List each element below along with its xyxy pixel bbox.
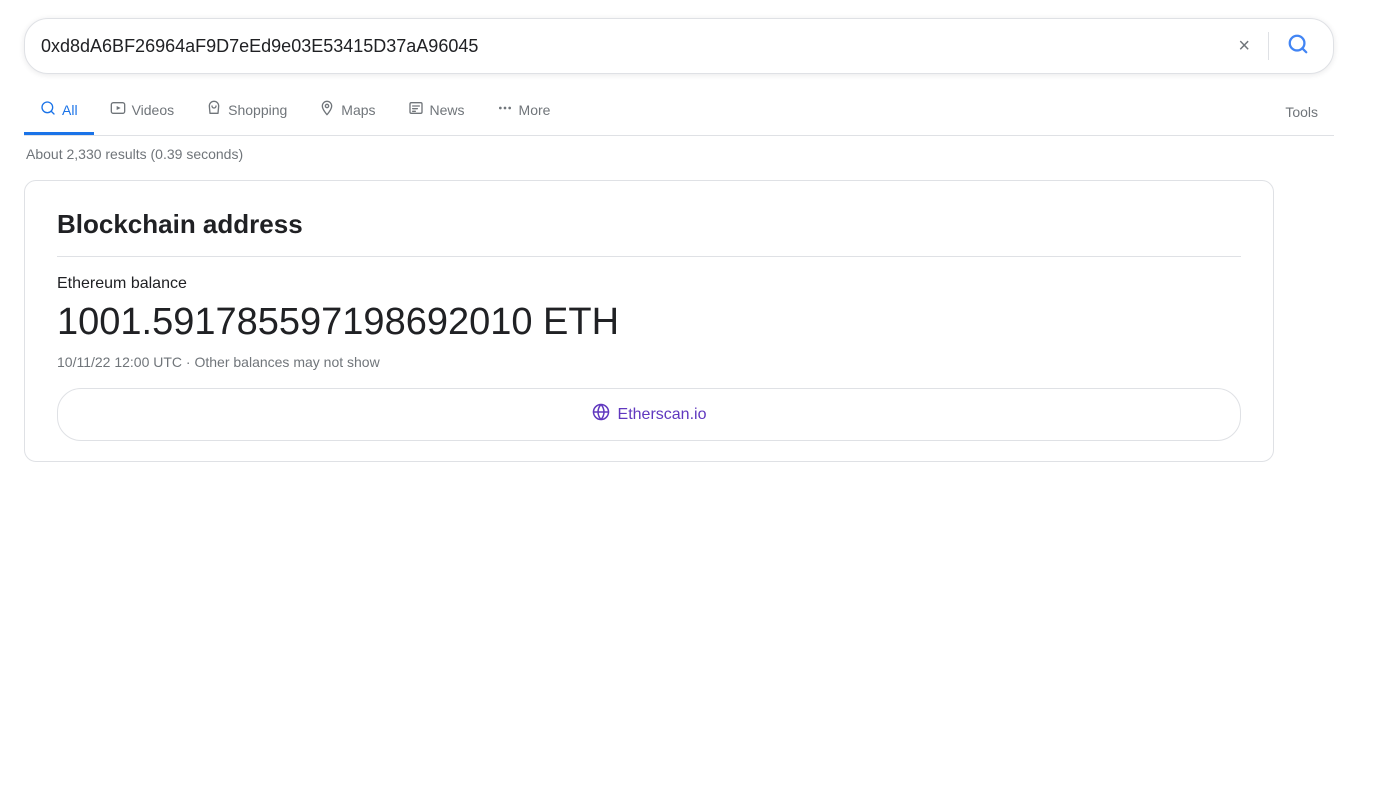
search-button[interactable] [1279, 25, 1317, 67]
etherscan-link[interactable]: Etherscan.io [57, 388, 1241, 441]
tab-all-label: All [62, 102, 78, 118]
maps-icon [319, 100, 335, 120]
card-title: Blockchain address [57, 209, 1241, 240]
tab-videos-label: Videos [132, 102, 175, 118]
card-divider [57, 256, 1241, 257]
clear-button[interactable]: × [1230, 28, 1258, 64]
tab-more[interactable]: More [481, 88, 567, 135]
tab-maps[interactable]: Maps [303, 88, 391, 135]
tab-all[interactable]: All [24, 88, 94, 135]
nav-tabs: All Videos Shopping Maps [24, 88, 1334, 136]
tab-news-label: News [430, 102, 465, 118]
news-icon [408, 100, 424, 120]
videos-icon [110, 100, 126, 120]
all-icon [40, 100, 56, 120]
card-timestamp: 10/11/22 12:00 UTC · Other balances may … [57, 354, 1241, 370]
card-balance: 1001.591785597198692010 ETH [57, 301, 1241, 344]
knowledge-card: Blockchain address Ethereum balance 1001… [24, 180, 1274, 462]
tab-maps-label: Maps [341, 102, 375, 118]
tab-shopping-label: Shopping [228, 102, 287, 118]
tab-shopping[interactable]: Shopping [190, 88, 303, 135]
tab-videos[interactable]: Videos [94, 88, 191, 135]
globe-icon [592, 403, 610, 426]
tab-news[interactable]: News [392, 88, 481, 135]
tab-more-label: More [519, 102, 551, 118]
more-icon [497, 100, 513, 120]
search-input[interactable] [41, 36, 1230, 57]
tools-button[interactable]: Tools [1269, 92, 1334, 132]
search-bar: × [24, 18, 1334, 74]
results-count: About 2,330 results (0.39 seconds) [24, 146, 1370, 162]
etherscan-label: Etherscan.io [618, 406, 707, 424]
card-label: Ethereum balance [57, 275, 1241, 293]
search-divider [1268, 32, 1269, 60]
shopping-icon [206, 100, 222, 120]
